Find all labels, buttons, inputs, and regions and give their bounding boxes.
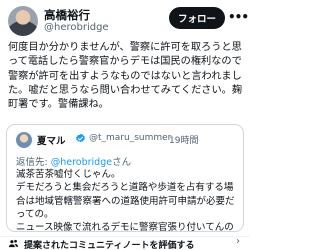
- reply-mention-link[interactable]: @herobridge: [51, 157, 112, 168]
- quoted-post[interactable]: 夏マル @t_maru_summer · 19時間 返信先: @herobrid…: [6, 124, 244, 232]
- post-text: 何度目か分かりませんが、警察に許可を取ろうと思って電話したら警察官からデモは国民…: [8, 42, 243, 111]
- author-avatar[interactable]: [8, 6, 38, 36]
- reply-suffix: さん: [112, 157, 132, 168]
- more-icon[interactable]: •••: [228, 8, 249, 26]
- quote-text: 滅茶苦茶嘘付くじゃん。 デモだろうと集会だろうと道路や歩道を占有する場合は地域管…: [16, 169, 235, 232]
- author-name[interactable]: 高橋裕行: [44, 7, 90, 23]
- community-note-label[interactable]: 提案されたコミュニティノートを評価する: [24, 238, 194, 250]
- chevron-right-icon: ›: [236, 236, 240, 247]
- separator-dot: ·: [162, 133, 165, 143]
- verified-badge-icon: [76, 133, 85, 143]
- quote-author-avatar: [16, 132, 32, 148]
- quote-author-handle: @t_maru_summer: [89, 133, 172, 143]
- follow-button[interactable]: フォロー: [169, 7, 225, 29]
- reply-context: 返信先: @herobridgeさん: [16, 154, 131, 168]
- reply-prefix: 返信先:: [16, 157, 51, 168]
- quote-timestamp: 19時間: [169, 136, 199, 146]
- people-icon: [8, 239, 19, 248]
- author-handle[interactable]: @herobridge: [44, 22, 109, 33]
- quote-author-name: 夏マル: [37, 136, 66, 147]
